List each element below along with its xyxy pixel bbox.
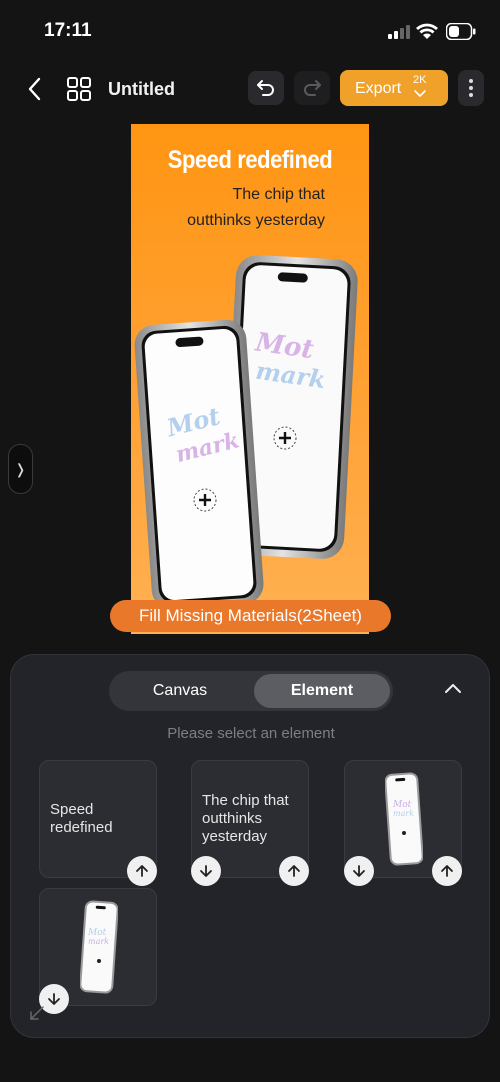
more-options-button[interactable] — [458, 70, 484, 106]
expand-side-panel-button[interactable]: ❭ — [8, 444, 33, 494]
poster-headline[interactable]: Speed redefined — [145, 146, 354, 175]
tab-element[interactable]: Element — [254, 674, 390, 708]
back-button[interactable] — [20, 74, 48, 104]
status-bar: 17:11 — [0, 0, 500, 60]
svg-text:mark: mark — [393, 809, 414, 818]
dot-icon — [469, 93, 473, 97]
svg-text:mark: mark — [88, 937, 109, 946]
grid-icon[interactable] — [66, 76, 92, 102]
move-up-button[interactable] — [432, 856, 462, 886]
element-panel: Canvas Element Please select an element … — [10, 654, 490, 1038]
arrow-up-icon — [441, 865, 453, 877]
status-time: 17:11 — [44, 20, 92, 41]
export-resolution: 2K — [413, 74, 427, 86]
poster-subline-2[interactable]: outthinks yesterday — [187, 212, 325, 230]
select-element-hint: Please select an element — [167, 725, 335, 742]
arrow-down-icon — [48, 993, 60, 1005]
card-text: The chip that outthinks yesterday — [202, 792, 289, 845]
fill-missing-materials-button[interactable]: Fill Missing Materials(2Sheet) — [110, 600, 391, 632]
arrow-up-icon — [136, 865, 148, 877]
design-canvas[interactable]: Speed redefined The chip that outthinks … — [131, 124, 369, 634]
phone-image-icon: Mot mark — [385, 772, 423, 866]
export-label: Export — [355, 80, 402, 97]
move-down-button[interactable] — [191, 856, 221, 886]
arrow-up-icon — [288, 865, 300, 877]
undo-button[interactable] — [248, 71, 284, 105]
tab-canvas[interactable]: Canvas — [109, 671, 251, 711]
undo-icon — [257, 80, 274, 96]
document-title[interactable]: Untitled — [108, 79, 175, 100]
editor-header: Untitled Export 2K — [0, 60, 500, 118]
export-button[interactable]: Export 2K — [340, 70, 448, 106]
chevron-left-icon — [28, 77, 41, 101]
phones-image[interactable]: Mot mark Mot mark — [131, 254, 369, 634]
redo-button[interactable] — [294, 71, 330, 105]
wifi-icon — [416, 23, 438, 39]
card-text: Speed redefined — [50, 801, 113, 836]
battery-icon — [446, 23, 476, 40]
chevron-up-icon[interactable] — [443, 681, 463, 695]
phone-image-icon: Mot mark — [80, 900, 118, 994]
arrow-down-icon — [200, 865, 212, 877]
poster-subline-1[interactable]: The chip that — [233, 186, 326, 204]
chevron-right-icon: ❭ — [14, 460, 27, 477]
move-down-button[interactable] — [344, 856, 374, 886]
chevron-down-icon — [414, 90, 426, 98]
dot-icon — [469, 79, 473, 83]
arrow-down-icon — [353, 865, 365, 877]
redo-icon — [304, 80, 321, 96]
resize-icon[interactable] — [29, 1005, 45, 1021]
fill-missing-label: Fill Missing Materials(2Sheet) — [139, 606, 362, 625]
cellular-signal-icon — [388, 25, 410, 39]
move-up-button[interactable] — [127, 856, 157, 886]
move-up-button[interactable] — [279, 856, 309, 886]
canvas-element-toggle: Canvas Element — [109, 671, 393, 711]
front-phone: Mot mark — [134, 319, 264, 610]
dot-icon — [469, 86, 473, 90]
